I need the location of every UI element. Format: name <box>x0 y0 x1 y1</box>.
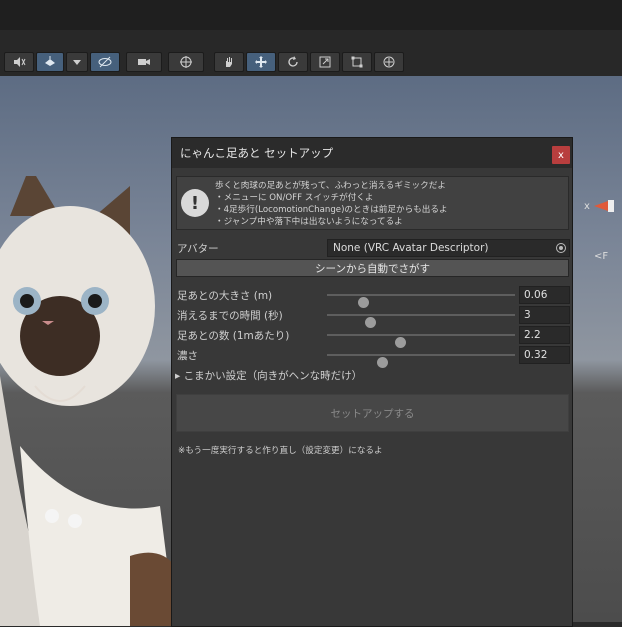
hand-tool-icon[interactable] <box>214 52 244 72</box>
setup-window-title: にゃんこ足あと セットアップ <box>180 146 334 160</box>
cat-avatar-model <box>0 176 175 626</box>
rect-tool-icon[interactable] <box>342 52 372 72</box>
scene-gizmo[interactable]: x <F <box>582 156 622 266</box>
slider-track[interactable] <box>327 334 515 348</box>
effects-toggle-icon[interactable] <box>36 52 64 72</box>
param-value-field[interactable]: 2.2 <box>519 326 570 344</box>
avatar-object-field[interactable]: None (VRC Avatar Descriptor) <box>327 239 570 257</box>
avatar-label: アバター <box>177 243 219 255</box>
help-line: ・ジャンプ中や落下中は出ないようになってるよ <box>215 217 403 227</box>
param-row-size: 足あとの大きさ (m) 0.06 <box>177 286 570 308</box>
param-value-field[interactable]: 0.06 <box>519 286 570 304</box>
gizmo-axis-label: x <box>584 201 590 212</box>
help-text: 歩くと肉球の足あとが残って、ふわっと消えるギミックだよ ・メニューに ON/OF… <box>215 180 448 228</box>
gizmo-x-axis-icon[interactable] <box>594 200 614 212</box>
help-line: 歩くと肉球の足あとが残って、ふわっと消えるギミックだよ <box>215 181 446 191</box>
help-line: ・4足歩行(LocomotionChange)のときは前足からも出るよ <box>215 205 448 215</box>
param-label: 足あとの大きさ (m) <box>177 290 273 302</box>
rotate-tool-icon[interactable] <box>278 52 308 72</box>
slider-track[interactable] <box>327 314 515 328</box>
advanced-settings-foldout[interactable]: ▸ こまかい設定（向きがヘンな時だけ） <box>175 368 362 383</box>
foldout-label: こまかい設定（向きがヘンな時だけ） <box>183 370 363 382</box>
param-value-field[interactable]: 0.32 <box>519 346 570 364</box>
param-row-fade-time: 消えるまでの時間 (秒) 3 <box>177 306 570 328</box>
setup-window: にゃんこ足あと セットアップ x ! 歩くと肉球の足あとが残って、ふわっと消える… <box>171 137 573 627</box>
object-picker-icon[interactable] <box>556 243 566 253</box>
auto-find-button[interactable]: シーンから自動でさがす <box>176 259 569 277</box>
foldout-arrow-icon: ▸ <box>175 370 181 382</box>
slider-thumb[interactable] <box>376 357 388 368</box>
camera-settings-icon[interactable] <box>126 52 162 72</box>
effects-dropdown-icon[interactable] <box>66 52 88 72</box>
close-button[interactable]: x <box>552 146 570 164</box>
transform-tools <box>214 52 404 72</box>
scale-tool-icon[interactable] <box>310 52 340 72</box>
param-label: 足あとの数 (1mあたり) <box>177 330 290 342</box>
slider-track[interactable] <box>327 354 515 368</box>
help-box: ! 歩くと肉球の足あとが残って、ふわっと消えるギミックだよ ・メニューに ON/… <box>176 176 569 230</box>
param-row-density: 足あとの数 (1mあたり) 2.2 <box>177 326 570 348</box>
help-line: ・メニューに ON/OFF スイッチが付くよ <box>215 193 374 203</box>
rerun-note: ※もう一度実行すると作り直し（設定変更）になるよ <box>178 446 383 456</box>
param-row-opacity: 濃さ 0.32 <box>177 346 570 368</box>
transform-tool-icon[interactable] <box>374 52 404 72</box>
param-label: 消えるまでの時間 (秒) <box>177 310 283 322</box>
avatar-row: アバター None (VRC Avatar Descriptor) <box>177 239 570 257</box>
gizmo-persp-label: <F <box>594 251 609 262</box>
gizmos-menu-icon[interactable] <box>168 52 204 72</box>
avatar-field-value: None (VRC Avatar Descriptor) <box>333 242 489 254</box>
param-value-field[interactable]: 3 <box>519 306 570 324</box>
scene-view-options <box>4 52 204 72</box>
setup-button[interactable]: セットアップする <box>176 394 569 432</box>
slider-track[interactable] <box>327 294 515 308</box>
hidden-objects-toggle-icon[interactable] <box>90 52 120 72</box>
param-label: 濃さ <box>177 350 198 362</box>
info-icon: ! <box>181 189 209 217</box>
window-title-bar <box>0 0 622 30</box>
scene-toolbar <box>0 30 622 76</box>
audio-toggle-icon[interactable] <box>4 52 34 72</box>
move-tool-icon[interactable] <box>246 52 276 72</box>
setup-window-header[interactable]: にゃんこ足あと セットアップ x <box>172 138 572 168</box>
